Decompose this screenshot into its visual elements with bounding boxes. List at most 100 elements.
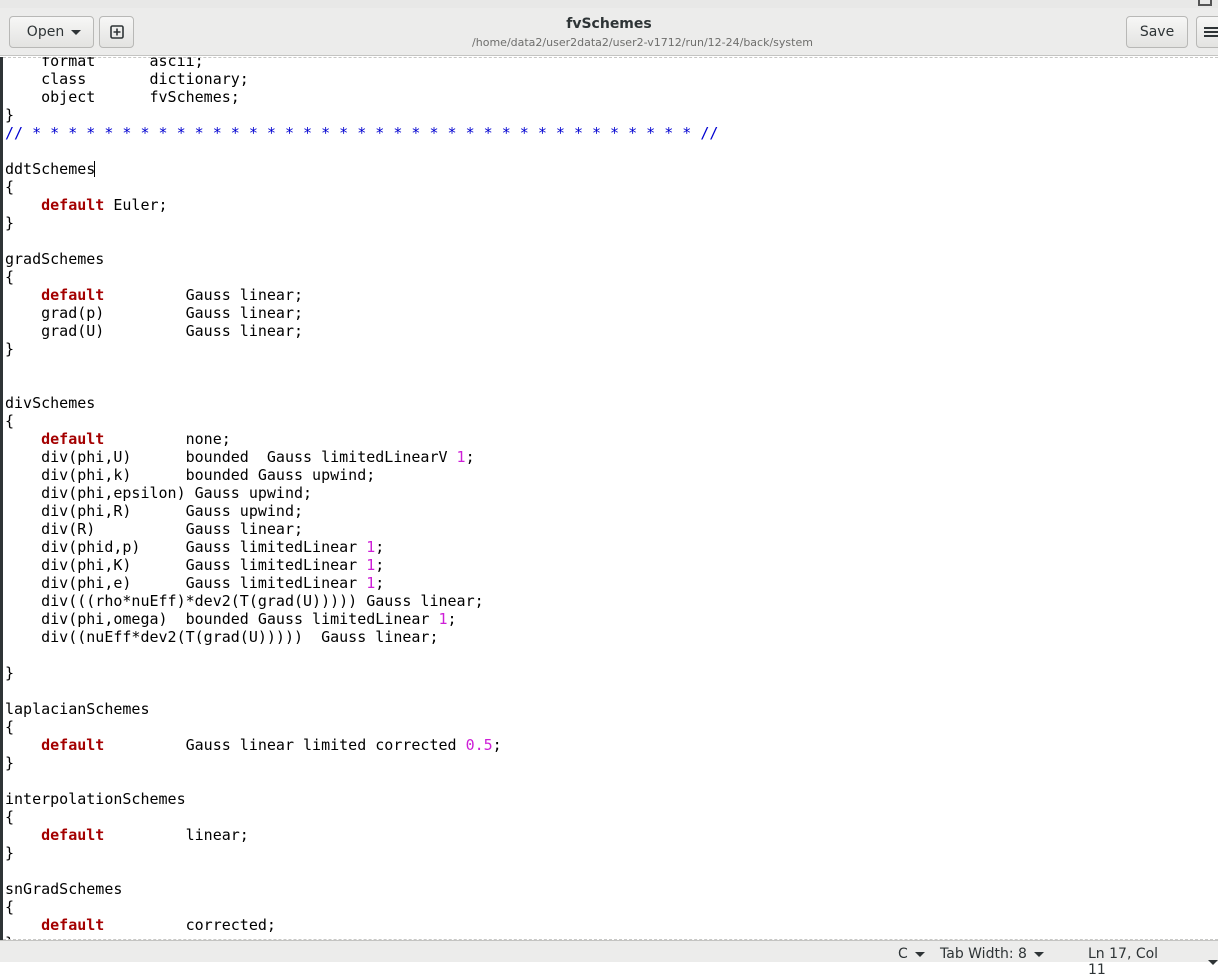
code-line: default Gauss linear; [5,286,718,304]
code-token: ; [447,610,457,628]
code-line: class dictionary; [5,70,718,88]
code-line: interpolationSchemes [5,790,718,808]
code-line: { [5,412,718,430]
header-bar: Open fvSchemes /home/data2/user2data2/us… [0,8,1218,56]
chevron-down-icon [1033,951,1044,957]
code-token: Gauss linear; [104,286,304,304]
cursor-position-selector[interactable]: Ln 17, Col 11 [1088,946,1218,978]
keyword-token: default [41,916,105,934]
text-editor[interactable]: format ascii; class dictionary; object f… [0,57,1218,940]
code-token: { [5,808,15,826]
code-token: div(phi,omega) bounded Gauss limitedLine… [5,610,439,628]
code-line: div(phi,U) bounded Gauss limitedLinearV … [5,448,718,466]
language-selector[interactable]: C [898,946,925,962]
keyword-token: default [41,430,105,448]
code-line: ​ [5,646,718,664]
code-line: ​ [5,376,718,394]
code-token: div(phi,R) Gauss upwind; [5,502,304,520]
code-token: div(phi,U) bounded Gauss limitedLinearV [5,448,457,466]
comment-token: // * * * * * * * * * * * * * * * * * * *… [5,124,719,142]
tab-width-label: Tab Width: 8 [940,946,1027,962]
chevron-down-icon [1208,959,1218,965]
code-line: div(phi,R) Gauss upwind; [5,502,718,520]
code-token: ; [375,556,385,574]
tab-width-selector[interactable]: Tab Width: 8 [940,946,1044,962]
cursor-position-label: Ln 17, Col 11 [1088,946,1159,978]
code-token: corrected; [104,916,276,934]
code-line: ​ [5,862,718,880]
code-line: div(((rho*nuEff)*dev2(T(grad(U))))) Gaus… [5,592,718,610]
code-line: format ascii; [5,57,718,70]
code-line: } [5,844,718,862]
code-line: { [5,718,718,736]
code-token: div(phi,k) bounded Gauss upwind; [5,466,376,484]
code-token: { [5,178,15,196]
code-line: { [5,898,718,916]
code-line: { [5,178,718,196]
code-token: { [5,268,15,286]
number-token: 1 [366,556,376,574]
code-token: laplacianSchemes [5,700,150,718]
code-token: class dictionary; [5,70,249,88]
code-line: ​ [5,142,718,160]
code-token: none; [104,430,231,448]
code-line: default none; [5,430,718,448]
window-subtitle: /home/data2/user2data2/user2-v1712/run/1… [472,36,813,49]
code-token: } [5,754,15,772]
code-token: ; [375,538,385,556]
code-line: { [5,808,718,826]
code-token: Euler; [104,196,168,214]
code-line: div(phid,p) Gauss limitedLinear 1; [5,538,718,556]
code-token: format ascii; [5,57,204,70]
hamburger-menu-icon [1204,31,1218,33]
save-button[interactable]: Save [1126,16,1188,48]
code-view[interactable]: format ascii; class dictionary; object f… [5,57,718,940]
code-line: { [5,268,718,286]
number-token: 0.5 [465,736,493,754]
code-token: div(phid,p) Gauss limitedLinear [5,538,367,556]
number-token: 1 [456,448,466,466]
menu-button[interactable] [1196,16,1218,48]
code-line: default Euler; [5,196,718,214]
code-line: object fvSchemes; [5,88,718,106]
code-token: Gauss linear limited corrected [104,736,466,754]
code-line: ​ [5,232,718,250]
window-title: fvSchemes [566,16,652,32]
code-token: div(phi,K) Gauss limitedLinear [5,556,367,574]
code-token: grad(U) Gauss linear; [5,322,304,340]
number-token: 1 [366,538,376,556]
code-token: { [5,718,15,736]
code-token: ; [375,574,385,592]
keyword-token: default [41,736,105,754]
code-line: div(R) Gauss linear; [5,520,718,538]
code-line: default corrected; [5,916,718,934]
number-token: 1 [366,574,376,592]
code-token: div(((rho*nuEff)*dev2(T(grad(U))))) Gaus… [5,592,484,610]
code-line: laplacianSchemes [5,700,718,718]
code-line: grad(p) Gauss linear; [5,304,718,322]
code-line: } [5,340,718,358]
code-line: gradSchemes [5,250,718,268]
code-token: interpolationSchemes [5,790,186,808]
code-token: ; [465,448,475,466]
status-bar: C Tab Width: 8 Ln 17, Col 11 [0,940,1218,978]
code-token: object fvSchemes; [5,88,240,106]
code-token: gradSchemes [5,250,105,268]
code-line: } [5,214,718,232]
language-label: C [898,946,908,962]
number-token: 1 [438,610,448,628]
code-token: div(phi,e) Gauss limitedLinear [5,574,367,592]
code-line: ​ [5,772,718,790]
window-resize-icon[interactable] [1198,0,1212,6]
code-line: div(phi,epsilon) Gauss upwind; [5,484,718,502]
code-token: } [5,340,15,358]
code-line: ​ [5,682,718,700]
code-token: { [5,898,15,916]
code-line: // * * * * * * * * * * * * * * * * * * *… [5,124,718,142]
code-token: ; [492,736,502,754]
code-token: div((nuEff*dev2(T(grad(U))))) Gauss line… [5,628,439,646]
